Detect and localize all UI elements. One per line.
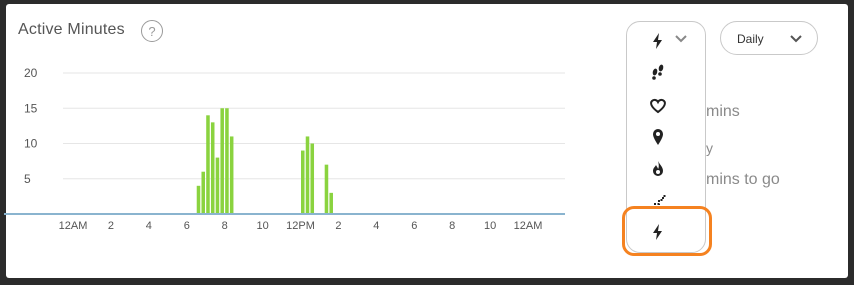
x-tick-label: 10 [256, 220, 268, 232]
summary-line-1: mins [706, 103, 740, 120]
x-tick-label: 6 [184, 220, 190, 232]
bar [215, 157, 220, 214]
bar [310, 143, 315, 214]
bar [301, 150, 305, 214]
y-tick-label: 5 [24, 172, 31, 186]
summary-line-2: y [706, 140, 713, 156]
period-select-value: Daily [737, 32, 764, 46]
highlight-annotation [622, 206, 712, 256]
bar [305, 136, 310, 214]
x-tick-label: 2 [108, 220, 114, 232]
x-tick-label: 6 [411, 220, 417, 232]
x-tick-label: 8 [222, 220, 228, 232]
x-tick-label: 10 [484, 220, 496, 232]
y-tick-label: 15 [24, 101, 38, 115]
bar [196, 185, 201, 214]
bar [210, 122, 215, 214]
bar [229, 136, 234, 214]
chevron-down-icon[interactable] [673, 30, 689, 46]
x-tick-label: 4 [146, 220, 152, 232]
bar [324, 164, 329, 214]
location-pin-icon[interactable] [645, 124, 671, 150]
footsteps-icon[interactable] [645, 59, 671, 85]
lightning-bolt-icon[interactable] [645, 28, 671, 54]
x-tick-label: 2 [335, 220, 341, 232]
bar [201, 171, 206, 214]
y-tick-label: 20 [24, 66, 38, 80]
bar [225, 108, 229, 214]
x-tick-label: 12PM [286, 220, 315, 232]
flame-icon[interactable] [645, 156, 671, 182]
period-select[interactable]: Daily [720, 21, 818, 55]
x-tick-label: 12AM [59, 220, 88, 232]
summary-line-3: mins to go [706, 171, 780, 188]
y-tick-label: 10 [24, 137, 38, 151]
x-tick-label: 8 [449, 220, 455, 232]
heart-icon[interactable] [645, 92, 671, 118]
chevron-down-icon [789, 32, 803, 49]
bar [206, 115, 210, 214]
x-tick-label: 12AM [514, 220, 543, 232]
bar [220, 108, 224, 214]
bar [329, 192, 333, 214]
x-tick-label: 4 [373, 220, 379, 232]
